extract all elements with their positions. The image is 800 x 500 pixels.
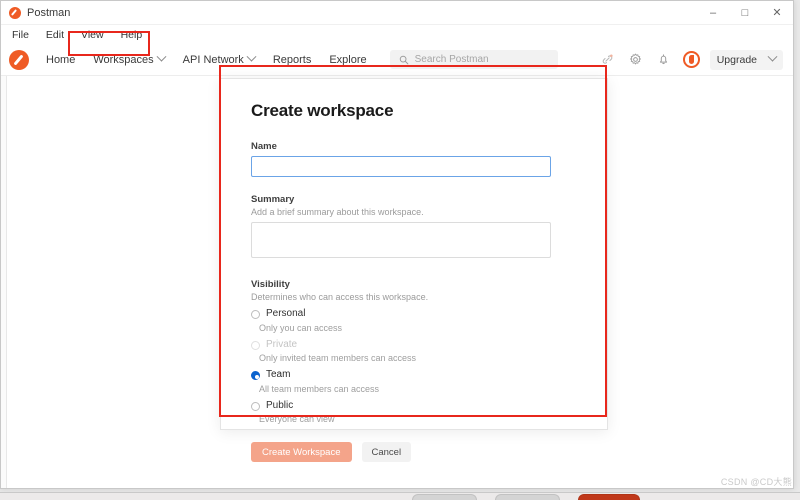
taskbar [0, 492, 800, 500]
nav-item-workspaces[interactable]: Workspaces [84, 50, 173, 70]
radio-description: Everyone can view [259, 414, 335, 424]
minimize-button[interactable]: – [697, 1, 729, 25]
taskbar-item[interactable] [412, 494, 477, 500]
modal-title: Create workspace [251, 101, 394, 120]
name-field-group: Name [251, 141, 577, 177]
radio-label: Private [266, 338, 298, 350]
radio-label: Team [266, 369, 291, 380]
menu-bar: File Edit View Help [1, 25, 793, 44]
cancel-button[interactable]: Cancel [361, 442, 412, 462]
menu-item-edit[interactable]: Edit [43, 28, 67, 42]
nav-item-label: API Network [182, 53, 244, 66]
chevron-down-icon [156, 51, 167, 62]
avatar [683, 51, 701, 68]
postman-app-window: Postman – □ ✕ File Edit View Help Home W… [0, 0, 794, 489]
radio-description: All team members can access [259, 383, 380, 394]
taskbar-item-active[interactable] [578, 494, 640, 500]
upgrade-label: Upgrade [716, 53, 757, 66]
menu-item-help[interactable]: Help [118, 28, 146, 42]
maximize-button[interactable]: □ [729, 1, 761, 25]
postman-logo-icon [9, 6, 21, 19]
window-controls: – □ ✕ [697, 1, 793, 25]
radio-option-public[interactable]: Public [251, 400, 577, 413]
name-label: Name [251, 141, 277, 152]
radio-option-private[interactable]: Private [251, 339, 577, 352]
modal-action-row: Create Workspace Cancel [251, 442, 577, 462]
workspace-summary-input[interactable] [251, 222, 551, 258]
radio-option-personal[interactable]: Personal [251, 308, 577, 321]
search-icon [399, 55, 408, 64]
window-title: Postman [27, 6, 71, 19]
radio-label: Personal [266, 308, 306, 319]
menu-item-view[interactable]: View [78, 28, 107, 42]
nav-item-home[interactable]: Home [37, 50, 84, 70]
menu-item-file[interactable]: File [9, 28, 32, 42]
top-navigation-bar: Home Workspaces API Network Reports Expl… [1, 44, 793, 76]
workspace-name-input[interactable] [251, 156, 551, 177]
content-area: Create workspace Name Summary Add a brie… [1, 76, 793, 488]
upgrade-button[interactable]: Upgrade [709, 49, 783, 70]
radio-icon [251, 371, 260, 380]
postman-logo-icon[interactable] [9, 49, 29, 70]
taskbar-item[interactable] [495, 494, 560, 500]
desktop-background: Postman – □ ✕ File Edit View Help Home W… [0, 0, 800, 500]
visibility-label: Visibility [251, 279, 290, 290]
summary-field-group: Summary Add a brief summary about this w… [251, 194, 577, 263]
search-input[interactable] [414, 54, 549, 65]
nav-item-reports[interactable]: Reports [264, 50, 321, 70]
gear-icon[interactable] [626, 50, 646, 70]
close-button[interactable]: ✕ [761, 1, 793, 25]
radio-icon [251, 310, 260, 319]
visibility-field-group: Visibility Determines who can access thi… [251, 279, 577, 424]
nav-item-label: Reports [272, 53, 312, 66]
nav-item-label: Explore [329, 53, 367, 66]
summary-label: Summary [251, 194, 295, 205]
nav-item-label: Home [46, 53, 76, 66]
radio-option-team[interactable]: Team [251, 369, 577, 382]
bell-icon[interactable] [654, 50, 674, 70]
radio-label: Public [266, 399, 294, 411]
radio-description: Only you can access [259, 322, 343, 333]
nav-right-cluster: Upgrade [598, 49, 785, 70]
search-box[interactable] [389, 50, 558, 69]
chevron-down-icon [767, 51, 778, 62]
workspace-canvas: Create workspace Name Summary Add a brie… [7, 76, 793, 488]
avatar-icon[interactable] [682, 50, 702, 70]
window-title-bar: Postman – □ ✕ [1, 1, 793, 25]
radio-icon [251, 340, 260, 350]
summary-hint: Add a brief summary about this workspace… [251, 207, 424, 217]
chevron-down-icon [246, 51, 257, 62]
create-workspace-modal: Create workspace Name Summary Add a brie… [220, 78, 608, 462]
create-workspace-button[interactable]: Create Workspace [251, 442, 352, 462]
visibility-hint: Determines who can access this workspace… [251, 292, 429, 302]
nav-item-label: Workspaces [93, 53, 154, 66]
invite-icon[interactable] [598, 50, 618, 70]
nav-item-api-network[interactable]: API Network [174, 50, 264, 70]
nav-item-explore[interactable]: Explore [320, 50, 375, 70]
radio-icon [251, 401, 260, 411]
watermark: CSDN @CD大熊 [720, 477, 792, 487]
radio-description: Only invited team members can access [259, 353, 417, 363]
